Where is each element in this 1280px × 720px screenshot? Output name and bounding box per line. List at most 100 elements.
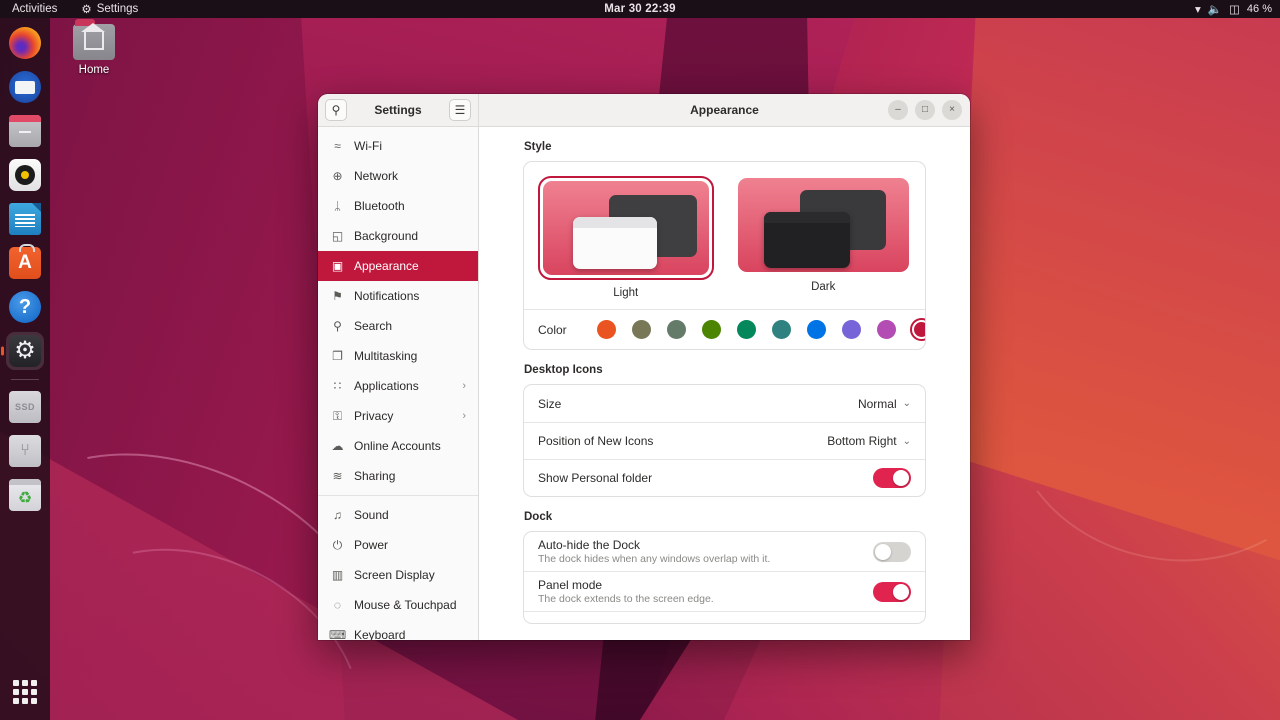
sidebar-item-background[interactable]: ◱ Background — [320, 221, 476, 251]
app-menu-button[interactable]: ⚙ Settings — [75, 1, 144, 17]
row-partially-visible[interactable] — [524, 611, 925, 623]
chevron-down-icon: ⌄ — [902, 435, 911, 447]
dock-item-firefox[interactable] — [6, 24, 44, 62]
dropdown-position-of-new-icons[interactable]: Bottom Right ⌄ — [827, 434, 911, 448]
hamburger-menu-icon[interactable]: ☰ — [449, 99, 471, 121]
system-indicators[interactable]: ▾ 🔈 ◫ 46 % — [1195, 2, 1272, 16]
row-panel-mode[interactable]: Panel mode The dock extends to the screen… — [524, 571, 925, 611]
settings-window: ⚲ Settings ☰ ≈ Wi-Fi ⊕ Network ᛦ Bluetooth ◱ Ba… — [318, 94, 970, 640]
swatch-dot — [876, 320, 896, 339]
maximize-button[interactable]: □ — [915, 100, 935, 120]
close-button[interactable]: × — [942, 100, 962, 120]
app-menu-label: Settings — [96, 3, 139, 15]
sidebar-item-network[interactable]: ⊕ Network — [320, 161, 476, 191]
sidebar-item-sound[interactable]: ♫ Sound — [320, 500, 476, 530]
row-text: Position of New Icons — [538, 434, 653, 448]
preview-window-front — [763, 212, 850, 268]
dock-item-usb-drive[interactable]: ⑂ — [6, 432, 44, 470]
row-text: Auto-hide the Dock The dock hides when an… — [538, 538, 770, 565]
sidebar-item-label: Power — [354, 538, 389, 552]
accent-swatch-viridian[interactable] — [735, 318, 758, 341]
toggle-auto-hide-the-dock[interactable] — [873, 541, 911, 562]
share-icon: ≋ — [332, 469, 343, 483]
section-title: Style — [524, 141, 552, 153]
sidebar-item-label: Background — [354, 229, 419, 243]
sidebar-item-mouse-touchpad[interactable]: ◌ Mouse & Touchpad — [320, 590, 476, 620]
row-size[interactable]: Size Normal ⌄ — [524, 385, 925, 422]
toggle-panel-mode[interactable] — [873, 581, 911, 602]
network-icon: ⊕ — [332, 169, 343, 183]
color-label: Color — [538, 322, 567, 337]
sidebar-item-label: Mouse & Touchpad — [354, 598, 457, 612]
desktop-icon-home[interactable]: Home — [68, 19, 120, 76]
ssd-drive-icon: SSD — [9, 391, 41, 423]
clock[interactable]: Mar 30 22:39 — [604, 3, 675, 15]
accent-swatch-bark[interactable] — [630, 318, 653, 341]
dropdown-size[interactable]: Normal ⌄ — [858, 397, 911, 411]
dock-item-thunderbird[interactable] — [6, 68, 44, 106]
sidebar-item-power[interactable]: ⏻ Power — [320, 530, 476, 560]
theme-label: Light — [613, 287, 639, 299]
accent-color-row: Color — [524, 309, 925, 349]
background-icon: ◱ — [331, 229, 344, 243]
row-auto-hide-the-dock[interactable]: Auto-hide the Dock The dock hides when an… — [524, 532, 925, 571]
applications-icon: ∷ — [333, 379, 342, 393]
dock-item-files[interactable] — [6, 112, 44, 150]
accent-swatch-olive[interactable] — [700, 318, 723, 341]
sidebar-item-applications[interactable]: ∷ Applications › — [320, 371, 476, 401]
dock-item-libreoffice-writer[interactable] — [6, 200, 44, 238]
accent-swatch-prussian-green[interactable] — [770, 318, 793, 341]
sidebar-item-notifications[interactable]: ⚑ Notifications — [320, 281, 476, 311]
dock-item-help[interactable] — [6, 288, 44, 326]
search-icon[interactable]: ⚲ — [325, 99, 347, 121]
sidebar-item-label: Sound — [354, 508, 389, 522]
accent-swatch-sage[interactable] — [665, 318, 688, 341]
accent-swatch-blue[interactable] — [805, 318, 828, 341]
accent-swatch-magenta[interactable] — [875, 318, 898, 341]
sidebar-item-privacy[interactable]: ⚿ Privacy › — [320, 401, 476, 431]
sidebar-item-keyboard[interactable]: ⌨ Keyboard — [320, 620, 476, 640]
sidebar-item-appearance[interactable]: ▣ Appearance — [318, 251, 478, 281]
sidebar-item-wi-fi[interactable]: ≈ Wi-Fi — [320, 131, 476, 161]
row-subtitle: The dock extends to the screen edge. — [538, 593, 714, 605]
accent-swatch-orange[interactable] — [595, 318, 618, 341]
sidebar-item-bluetooth[interactable]: ᛦ Bluetooth — [320, 191, 476, 221]
sidebar-item-search[interactable]: ⚲ Search — [320, 311, 476, 341]
sidebar-item-screen-display[interactable]: ▥ Screen Display — [320, 560, 476, 590]
toggle-show-personal-folder[interactable] — [873, 468, 911, 488]
sidebar-item-online-accounts[interactable]: ☁ Online Accounts — [320, 431, 476, 461]
theme-preview-dark — [737, 178, 909, 272]
thunderbird-icon — [9, 71, 41, 103]
dock-item-ssd-drive[interactable]: SSD — [6, 388, 44, 426]
toggle-knob — [875, 543, 891, 560]
sidebar-item-multitasking[interactable]: ❐ Multitasking — [320, 341, 476, 371]
dock-item-settings[interactable] — [6, 332, 44, 370]
rhythmbox-icon — [9, 159, 41, 191]
activities-button[interactable]: Activities — [6, 2, 63, 16]
dock-item-trash[interactable] — [6, 476, 44, 514]
settings-scroll-area[interactable]: Style Light Dark Color Desktop Icons Size… — [479, 127, 970, 640]
dock-item-rhythmbox[interactable] — [6, 156, 44, 194]
theme-option-dark[interactable]: Dark — [736, 176, 912, 299]
row-title: Size — [538, 396, 562, 411]
accent-swatch-purple[interactable] — [840, 318, 863, 341]
chevron-right-icon: › — [462, 410, 466, 422]
firefox-icon — [9, 27, 41, 59]
row-control — [873, 581, 911, 602]
swatch-dot — [806, 320, 826, 339]
sidebar-item-sharing[interactable]: ≋ Sharing — [320, 461, 476, 491]
minimize-button[interactable]: – — [888, 100, 908, 120]
section-style: Style Light Dark Color — [523, 141, 926, 350]
row-title: Auto-hide the Dock — [538, 538, 641, 552]
settings-content: Appearance – □ × Style Light Dark Color — [479, 94, 970, 640]
accent-swatch-red[interactable] — [909, 318, 925, 341]
appearance-icon: ▣ — [331, 259, 344, 273]
show-applications-button[interactable] — [9, 676, 41, 708]
dock-divider — [11, 379, 39, 380]
row-show-personal-folder[interactable]: Show Personal folder — [524, 459, 925, 496]
row-position-of-new-icons[interactable]: Position of New Icons Bottom Right ⌄ — [524, 422, 925, 459]
swatch-dot — [666, 320, 686, 339]
cloud-icon: ☁ — [331, 439, 344, 453]
dock-item-ubuntu-software[interactable] — [6, 244, 44, 282]
theme-option-light[interactable]: Light — [538, 176, 714, 299]
